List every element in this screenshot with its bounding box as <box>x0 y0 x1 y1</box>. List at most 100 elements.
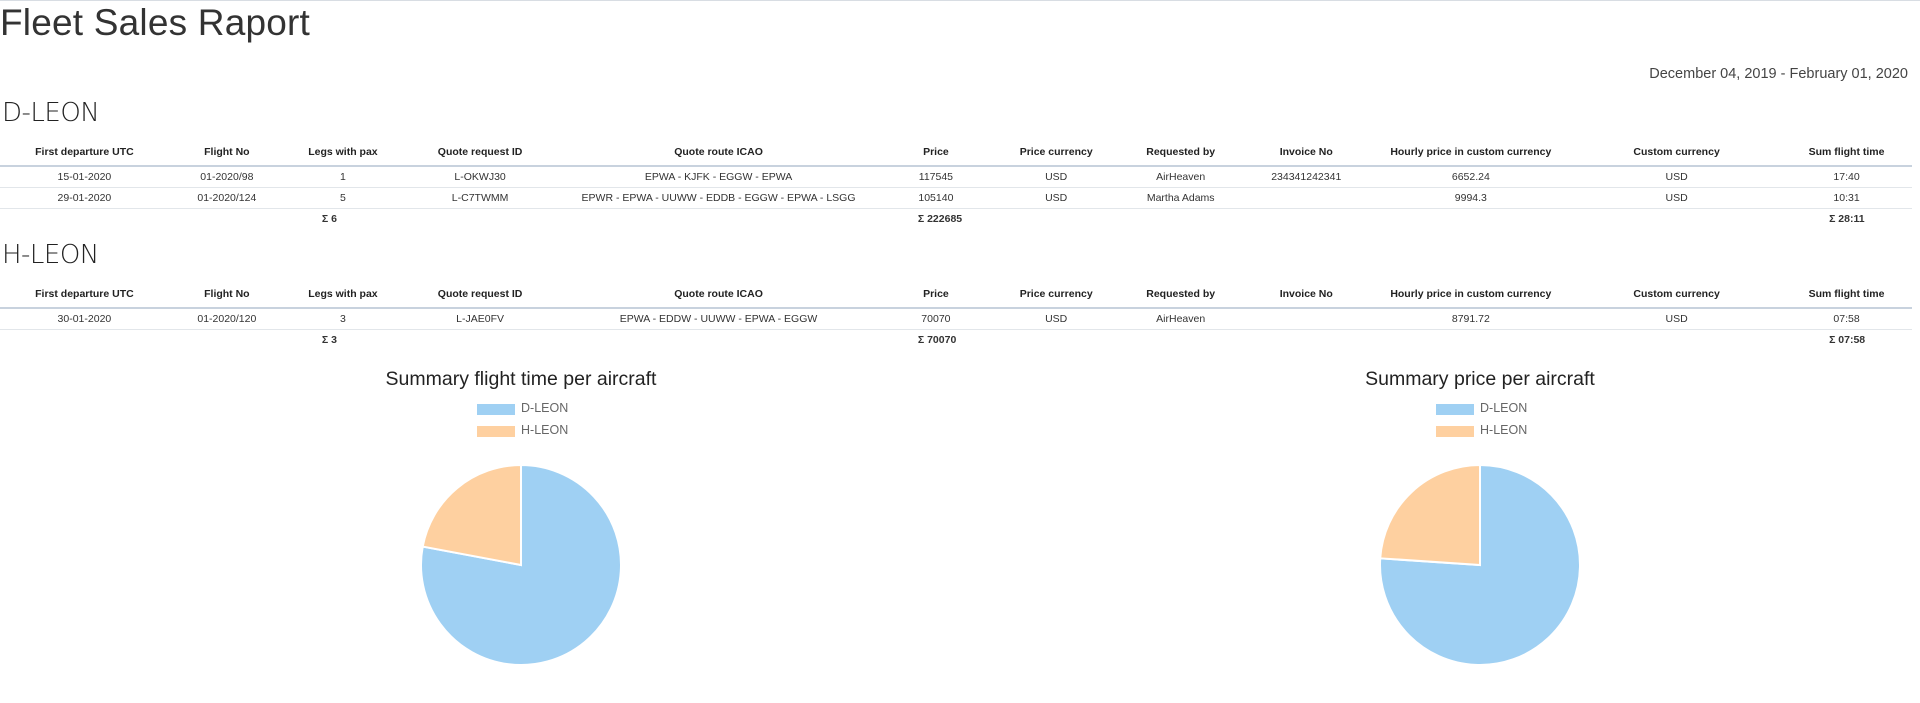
table-row[interactable]: 15-01-2020 01-2020/98 1 L-OKWJ30 EPWA - KJFK… <box>0 166 1912 188</box>
aircraft-section-title: D-LEON <box>2 98 100 128</box>
top-border <box>0 0 1920 1</box>
summary-value: Σ 28:11 <box>1829 213 1865 226</box>
column-header[interactable]: Invoice No <box>1242 138 1370 167</box>
pie <box>420 463 622 666</box>
table-cell <box>1242 308 1370 330</box>
column-header[interactable]: Quote route ICAO <box>559 138 878 167</box>
column-header[interactable]: Sum flight time <box>1781 280 1912 309</box>
summary-value: Σ 3 <box>321 334 337 347</box>
summary-empty-cell <box>559 208 878 230</box>
summary-empty-cell <box>0 329 169 351</box>
table-cell: 117545 <box>877 166 994 188</box>
column-header[interactable]: Requested by <box>1118 280 1243 309</box>
table-cell: USD <box>993 166 1119 188</box>
table-cell: 01-2020/98 <box>168 166 285 188</box>
summary-empty-cell <box>994 329 1119 351</box>
column-header[interactable]: Hourly price in custom currency <box>1369 138 1573 167</box>
chart-title: Summary flight time per aircraft <box>385 368 657 390</box>
flights-table: First departure UTC Flight No Legs with pa… <box>0 280 1912 351</box>
column-header[interactable]: Quote request ID <box>400 280 560 309</box>
column-header[interactable]: Quote request ID <box>400 138 560 167</box>
table-cell: 6652.24 <box>1369 166 1573 188</box>
column-header[interactable]: Legs with pax <box>284 280 401 309</box>
summary-value: Σ 222685 <box>917 213 963 226</box>
legend-label: D-LEON <box>1480 401 1528 415</box>
summary-row: Σ 6 Σ 222685 Σ 28:11 <box>0 208 1912 230</box>
table-cell: L-JAE0FV <box>400 308 560 330</box>
flights-table: First departure UTC Flight No Legs with pa… <box>0 138 1912 230</box>
column-header[interactable]: First departure UTC <box>0 280 169 309</box>
table-header-row: First departure UTC Flight No Legs with pa… <box>0 138 1912 167</box>
table-cell: 29-01-2020 <box>0 187 169 209</box>
table-cell: 3 <box>284 308 401 330</box>
table-cell: 15-01-2020 <box>0 166 169 188</box>
legend-label: H-LEON <box>521 423 569 437</box>
legend-label: H-LEON <box>1480 423 1528 437</box>
table-cell: USD <box>1572 166 1782 188</box>
table-cell: 1 <box>284 166 401 188</box>
flight-time-pie-chart: Summary flight time per aircraft D-LEON H… <box>241 362 801 682</box>
pie <box>1379 463 1581 666</box>
summary-empty-cell <box>559 329 878 351</box>
table-cell: L-OKWJ30 <box>400 166 560 188</box>
summary-value: Σ 07:58 <box>1829 334 1866 347</box>
chart-title: Summary price per aircraft <box>1365 368 1595 390</box>
pie-slice-h-leon[interactable] <box>421 463 522 567</box>
summary-empty-cell <box>1118 329 1243 351</box>
column-header[interactable]: Quote route ICAO <box>559 280 878 309</box>
summary-empty-cell <box>1572 208 1781 230</box>
column-header[interactable]: Legs with pax <box>284 138 401 167</box>
column-header[interactable]: First departure UTC <box>0 138 169 167</box>
summary-value: Σ 6 <box>321 213 337 226</box>
table-cell: EPWR - EPWA - UUWW - EDDB - EGGW - EPWA … <box>559 187 878 209</box>
table-cell: 8791.72 <box>1369 308 1573 330</box>
summary-empty-cell <box>401 329 559 351</box>
column-header[interactable]: Price <box>877 280 994 309</box>
table-cell: AirHeaven <box>1118 166 1243 188</box>
page-title: Fleet Sales Raport <box>0 2 311 43</box>
summary-empty-cell <box>1118 208 1243 230</box>
summary-empty-cell <box>1243 208 1370 230</box>
table-row[interactable]: 29-01-2020 01-2020/124 5 L-C7TWMM EPWR - EPW… <box>0 187 1912 209</box>
table-cell: USD <box>993 187 1119 209</box>
column-header[interactable]: Hourly price in custom currency <box>1369 280 1573 309</box>
summary-empty-cell <box>1370 329 1573 351</box>
column-header[interactable]: Flight No <box>168 138 285 167</box>
price-pie-chart: Summary price per aircraft D-LEON H-LEON <box>1200 362 1760 682</box>
column-header[interactable]: Flight No <box>168 280 285 309</box>
column-header[interactable]: Requested by <box>1118 138 1243 167</box>
table-cell: 01-2020/120 <box>168 308 285 330</box>
column-header[interactable]: Price currency <box>993 138 1119 167</box>
summary-empty-cell <box>0 208 169 230</box>
summary-value: Σ 70070 <box>917 334 957 347</box>
column-header[interactable]: Invoice No <box>1242 280 1370 309</box>
table-cell: EPWA - KJFK - EGGW - EPWA <box>559 166 878 188</box>
summary-empty-cell <box>994 208 1119 230</box>
pie-slice-h-leon[interactable] <box>1379 463 1481 567</box>
legend-swatch <box>477 426 515 437</box>
table-cell: USD <box>1572 187 1782 209</box>
table-cell: 17:40 <box>1781 166 1912 188</box>
aircraft-section-title: H-LEON <box>2 240 99 270</box>
table-cell: 70070 <box>877 308 994 330</box>
summary-empty-cell <box>1243 329 1370 351</box>
column-header[interactable]: Price <box>877 138 994 167</box>
summary-empty-cell <box>401 208 559 230</box>
column-header[interactable]: Sum flight time <box>1781 138 1912 167</box>
summary-empty-cell <box>1572 329 1781 351</box>
table-row[interactable]: 30-01-2020 01-2020/120 3 L-JAE0FV EPWA - EDD… <box>0 308 1912 330</box>
table-cell: 07:58 <box>1781 308 1912 330</box>
column-header[interactable]: Custom currency <box>1572 138 1782 167</box>
column-header[interactable]: Price currency <box>993 280 1119 309</box>
table-cell: L-C7TWMM <box>400 187 560 209</box>
table-cell: USD <box>993 308 1119 330</box>
table-cell: 234341242341 <box>1242 166 1370 188</box>
legend-swatch <box>477 404 515 415</box>
table-cell: 9994.3 <box>1369 187 1573 209</box>
legend-swatch <box>1436 426 1474 437</box>
column-header[interactable]: Custom currency <box>1572 280 1782 309</box>
table-cell: 01-2020/124 <box>168 187 285 209</box>
summary-empty-cell <box>169 329 285 351</box>
table-cell <box>1242 187 1370 209</box>
summary-empty-cell <box>169 208 285 230</box>
